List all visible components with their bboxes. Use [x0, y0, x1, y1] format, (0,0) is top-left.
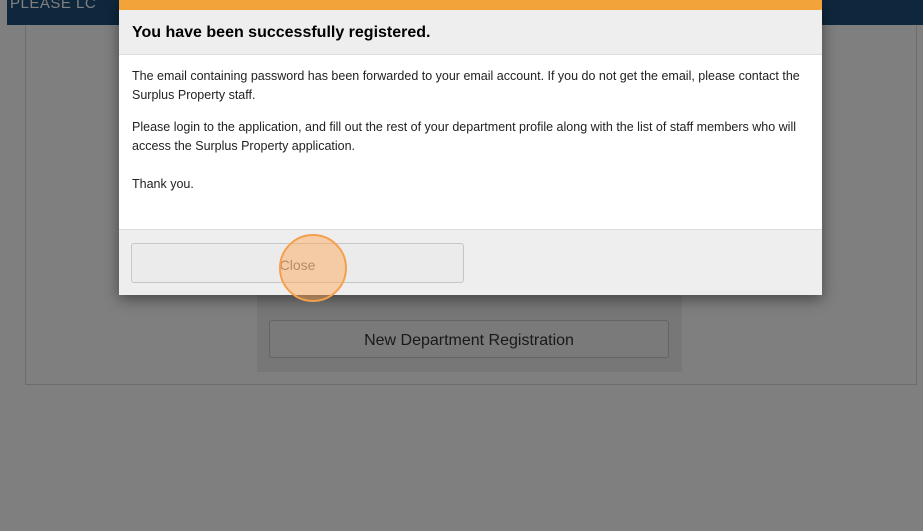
- modal-title: You have been successfully registered.: [132, 24, 431, 41]
- modal-body: The email containing password has been f…: [132, 67, 808, 207]
- modal-message-thanks: Thank you.: [132, 177, 194, 191]
- registration-success-dialog: You have been successfully registered. T…: [119, 0, 822, 295]
- modal-message-login: Please login to the application, and fil…: [132, 120, 797, 153]
- modal-header: You have been successfully registered.: [119, 10, 822, 55]
- modal-footer: Close: [119, 229, 822, 295]
- click-indicator: [279, 234, 347, 302]
- modal-accent-bar: [119, 0, 822, 10]
- modal-message-email: The email containing password has been f…: [132, 69, 800, 102]
